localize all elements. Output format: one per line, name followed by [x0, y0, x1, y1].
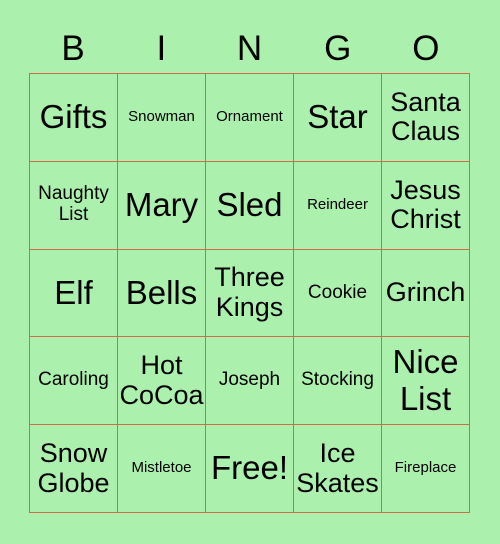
bingo-cell[interactable]: Caroling: [30, 337, 118, 426]
header-letter-i: I: [156, 29, 167, 68]
bingo-cell[interactable]: Gifts: [30, 74, 118, 162]
bingo-header: B I N G O: [29, 26, 470, 72]
bingo-cell[interactable]: Mistletoe: [118, 425, 206, 513]
header-letter-n: N: [236, 29, 263, 68]
bingo-cell[interactable]: Mary: [118, 161, 206, 250]
bingo-cell[interactable]: Free!: [206, 425, 294, 513]
bingo-cell[interactable]: Star: [294, 74, 382, 162]
bingo-cell[interactable]: Bells: [118, 249, 206, 338]
bingo-cell[interactable]: Reindeer: [294, 161, 382, 250]
header-letter-b: B: [61, 29, 85, 68]
bingo-cell[interactable]: Grinch: [382, 249, 470, 338]
bingo-cell[interactable]: Naughty List: [30, 161, 118, 250]
header-letter-o: O: [412, 29, 440, 68]
bingo-cell[interactable]: Jesus Christ: [382, 161, 470, 250]
bingo-cell[interactable]: Cookie: [294, 249, 382, 338]
bingo-cell[interactable]: Snowman: [118, 74, 206, 162]
bingo-card-grid: Gifts Snowman Ornament Star Santa Claus Naugh…: [29, 73, 470, 513]
bingo-cell[interactable]: Ornament: [206, 74, 294, 162]
bingo-cell[interactable]: Hot CoCoa: [118, 337, 206, 426]
header-letter-g: G: [324, 29, 352, 68]
bingo-cell[interactable]: Nice List: [382, 337, 470, 426]
bingo-cell[interactable]: Joseph: [206, 337, 294, 426]
bingo-cell[interactable]: Three Kings: [206, 249, 294, 338]
bingo-cell[interactable]: Ice Skates: [294, 425, 382, 513]
bingo-cell[interactable]: Stocking: [294, 337, 382, 426]
bingo-cell[interactable]: Fireplace: [382, 425, 470, 513]
bingo-cell[interactable]: Snow Globe: [30, 425, 118, 513]
bingo-cell[interactable]: Elf: [30, 249, 118, 338]
bingo-cell[interactable]: Santa Claus: [382, 74, 470, 162]
bingo-cell[interactable]: Sled: [206, 161, 294, 250]
